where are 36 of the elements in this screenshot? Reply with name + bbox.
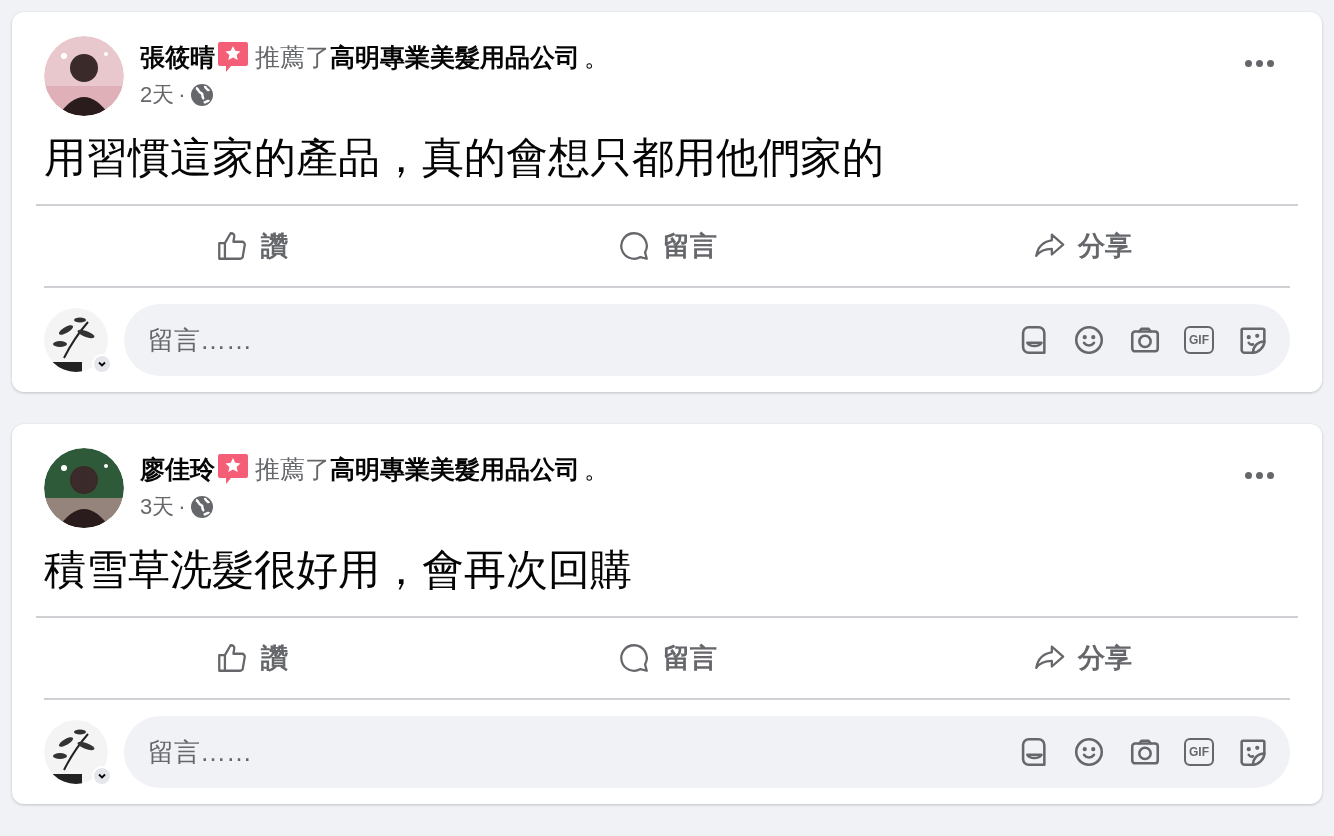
separator-dot: · xyxy=(178,493,186,521)
page-name[interactable]: 高明專業美髮用品公司 xyxy=(330,41,580,73)
more-options-icon[interactable] xyxy=(1245,472,1274,479)
gif-button[interactable]: GIF xyxy=(1184,738,1214,766)
speech-bubble-icon xyxy=(617,641,651,675)
caret-icon[interactable] xyxy=(92,354,112,374)
recommendation-icon xyxy=(217,40,249,74)
action-text: 推薦了 xyxy=(255,42,330,73)
comment-button[interactable]: 留言 xyxy=(459,206,875,286)
globe-icon xyxy=(189,82,214,107)
smiley-icon[interactable] xyxy=(1072,735,1106,769)
gif-button[interactable]: GIF xyxy=(1184,326,1214,354)
share-button[interactable]: 分享 xyxy=(874,618,1290,698)
author-name[interactable]: 張筱晴 xyxy=(140,41,215,73)
post-text: 積雪草洗髮很好用，會再次回購 xyxy=(43,545,633,595)
separator-dot: · xyxy=(178,81,186,109)
period-mark: 。 xyxy=(584,42,609,73)
smiley-icon[interactable] xyxy=(1072,323,1106,357)
post-time[interactable]: 3天 xyxy=(140,490,175,523)
more-options-icon[interactable] xyxy=(1245,60,1274,67)
action-text: 推薦了 xyxy=(255,454,330,485)
comment-field[interactable]: 留言…… GIF xyxy=(124,716,1290,788)
recommendation-icon xyxy=(217,452,249,486)
post-time[interactable]: 2天 xyxy=(140,78,175,111)
globe-icon xyxy=(189,494,214,519)
share-button[interactable]: 分享 xyxy=(874,206,1290,286)
comment-field[interactable]: 留言…… GIF xyxy=(124,304,1290,376)
comment-button[interactable]: 留言 xyxy=(459,618,875,698)
caret-icon[interactable] xyxy=(92,766,112,786)
author-name[interactable]: 廖佳玲 xyxy=(140,453,215,485)
page-name[interactable]: 高明專業美髮用品公司 xyxy=(330,453,580,485)
post-text: 用習慣這家的產品，真的會想只都用他們家的 xyxy=(43,133,885,183)
like-button[interactable]: 讚 xyxy=(44,618,460,698)
like-button[interactable]: 讚 xyxy=(44,206,460,286)
speech-bubble-icon xyxy=(617,229,651,263)
period-mark: 。 xyxy=(584,454,609,485)
